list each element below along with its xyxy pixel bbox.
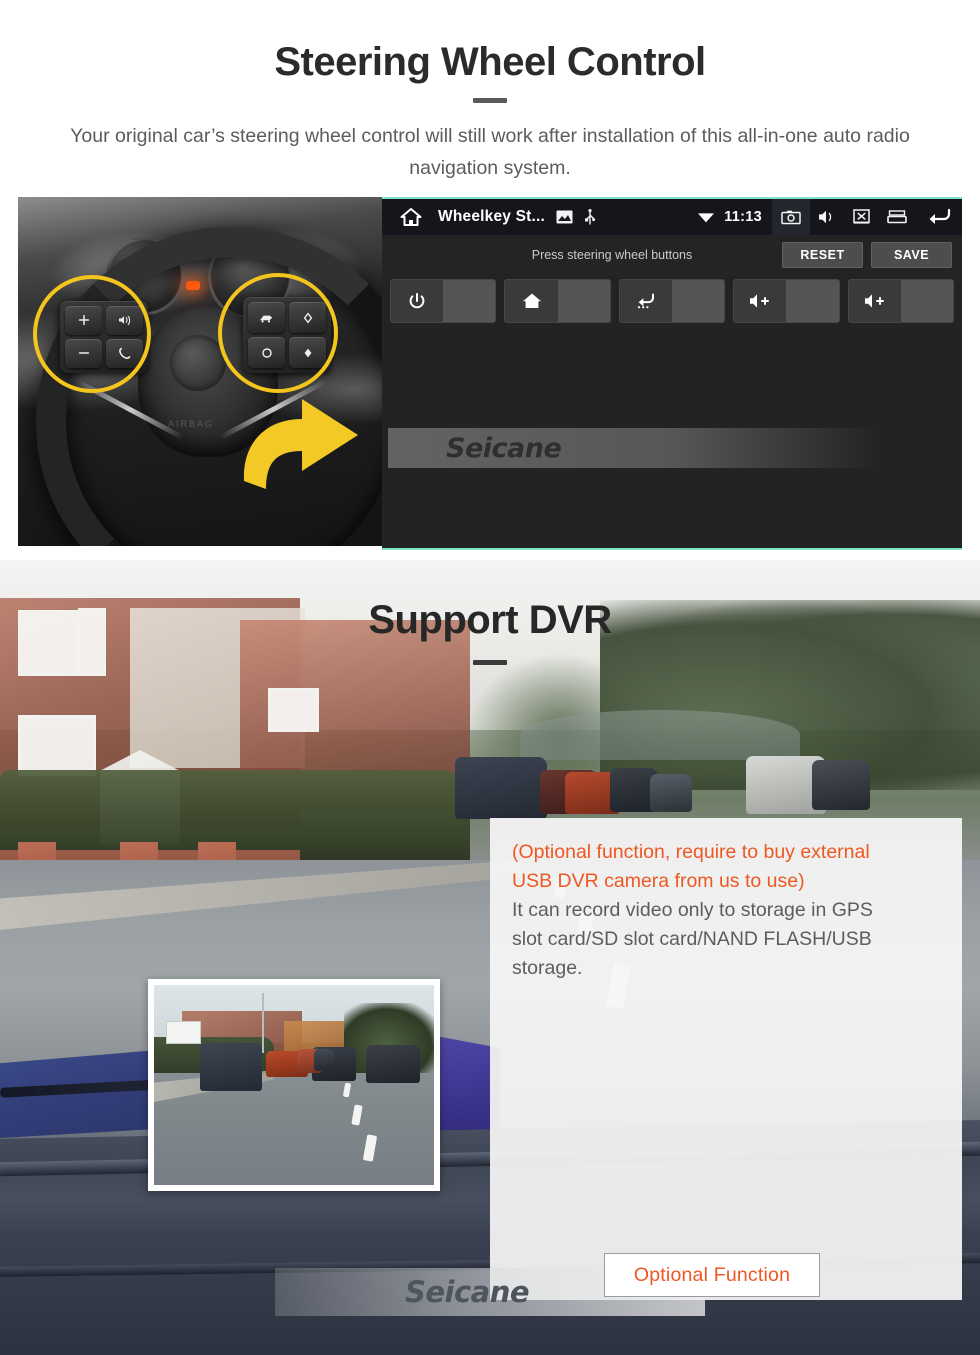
watermark-text: Seicane bbox=[446, 432, 562, 464]
page-title: Support DVR bbox=[368, 598, 612, 642]
head-unit-screenshot: Wheelkey St... 11:13 Press steering whee… bbox=[382, 197, 962, 550]
parked-car bbox=[812, 760, 870, 810]
inset-for-sale-sign bbox=[166, 1021, 201, 1044]
reset-button[interactable]: RESET bbox=[782, 242, 863, 268]
wheelkey-slot-back[interactable] bbox=[618, 279, 726, 323]
distant-hill bbox=[520, 710, 800, 760]
wheelkey-action-bar: Press steering wheel buttons RESET SAVE bbox=[382, 235, 962, 275]
save-button[interactable]: SAVE bbox=[871, 242, 952, 268]
dvr-highlight-line-1: (Optional function, require to buy exter… bbox=[512, 841, 870, 863]
wheelkey-value bbox=[557, 280, 610, 322]
wheelkey-slot-home[interactable] bbox=[504, 279, 611, 323]
steering-wheel-control-section: Steering Wheel Control Your original car… bbox=[0, 0, 980, 560]
inset-lamp-post bbox=[262, 993, 264, 1053]
watermark-text: Seicane bbox=[405, 1275, 530, 1309]
android-status-bar: Wheelkey St... 11:13 bbox=[382, 199, 962, 235]
support-dvr-section: Support DVR (Optional function, require … bbox=[0, 560, 980, 1355]
recorded-video-thumbnail bbox=[148, 979, 440, 1191]
highlight-ring-right bbox=[218, 273, 338, 393]
dvr-body-line-2: slot card/SD slot card/NAND FLASH/USB bbox=[512, 928, 872, 950]
clock: 11:13 bbox=[724, 209, 762, 225]
home-icon bbox=[505, 280, 558, 322]
power-icon bbox=[391, 280, 444, 322]
window bbox=[268, 688, 319, 732]
gallery-icon[interactable] bbox=[556, 210, 573, 224]
title-divider bbox=[473, 660, 507, 665]
page-subtitle: Your original car’s steering wheel contr… bbox=[70, 125, 910, 179]
inset-car bbox=[366, 1045, 420, 1083]
wheelkey-value bbox=[672, 280, 725, 322]
status-bar-right-group: 11:13 bbox=[695, 199, 962, 235]
dvr-description: (Optional function, require to buy exter… bbox=[512, 838, 944, 983]
page-title: Steering Wheel Control bbox=[274, 40, 706, 84]
dvr-highlight-line-2: USB DVR camera from us to use) bbox=[512, 870, 805, 892]
dashcam-frame bbox=[154, 985, 434, 1185]
wheelkey-value bbox=[900, 280, 954, 322]
wheelkey-value bbox=[786, 280, 839, 322]
screen-off-icon[interactable] bbox=[844, 199, 878, 235]
home-icon[interactable] bbox=[398, 207, 424, 227]
airbag-label: AIRBAG bbox=[168, 419, 215, 429]
window bbox=[18, 715, 96, 776]
volume-up-icon bbox=[734, 280, 787, 322]
parked-suv bbox=[455, 757, 547, 819]
mute-speaker-icon[interactable] bbox=[810, 199, 844, 235]
title-divider bbox=[473, 98, 507, 103]
highlight-ring-left bbox=[33, 275, 151, 393]
seicane-watermark: Seicane bbox=[388, 428, 878, 468]
recents-icon[interactable] bbox=[878, 199, 916, 235]
parked-car bbox=[650, 774, 692, 812]
inset-suv bbox=[200, 1043, 262, 1091]
instruction-text: Press steering wheel buttons bbox=[531, 248, 693, 262]
dvr-info-panel: (Optional function, require to buy exter… bbox=[490, 818, 962, 1300]
yellow-arrow-icon bbox=[236, 385, 382, 495]
app-title: Wheelkey St... bbox=[438, 208, 546, 225]
usb-icon[interactable] bbox=[583, 208, 597, 226]
wheelkey-slot-volume-up-2[interactable] bbox=[847, 279, 955, 323]
back-arrow-icon[interactable] bbox=[916, 199, 962, 235]
inset-car bbox=[314, 1049, 334, 1071]
wifi-icon bbox=[695, 210, 717, 224]
back-icon bbox=[619, 280, 673, 322]
dvr-body-line-3: storage. bbox=[512, 957, 583, 979]
wheelkey-assignment-row bbox=[390, 279, 955, 323]
wheelkey-slot-power[interactable] bbox=[390, 279, 497, 323]
wheelkey-value bbox=[443, 280, 496, 322]
optional-function-button[interactable]: Optional Function bbox=[604, 1253, 820, 1297]
dvr-body-line-1: It can record video only to storage in G… bbox=[512, 899, 873, 921]
wheelkey-slot-volume-up-1[interactable] bbox=[733, 279, 840, 323]
volume-up-icon bbox=[848, 280, 901, 322]
steering-wheel-photo: AIRBAG bbox=[18, 197, 382, 546]
airbag-center-cap bbox=[170, 335, 226, 391]
camera-icon[interactable] bbox=[772, 199, 810, 235]
